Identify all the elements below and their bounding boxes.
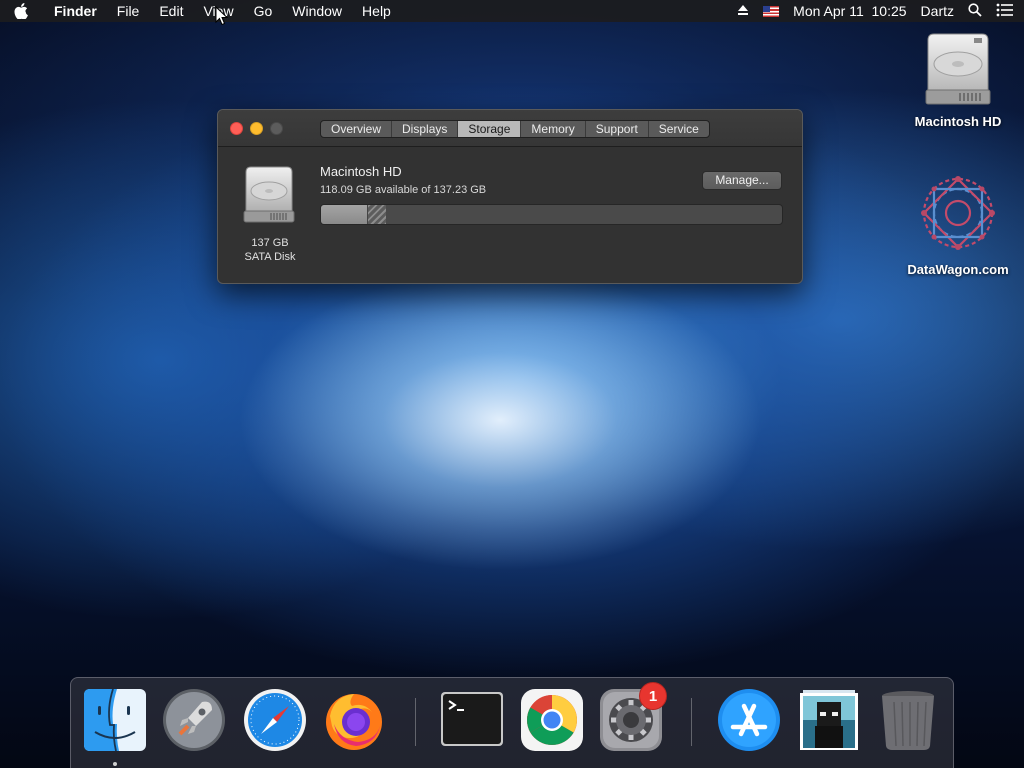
launchpad-icon[interactable] bbox=[162, 688, 226, 752]
tab-support[interactable]: Support bbox=[586, 121, 649, 137]
desktop-icon-macintosh-hd[interactable]: Macintosh HD bbox=[898, 30, 1018, 129]
volume-name: Macintosh HD bbox=[320, 164, 402, 179]
finder-running-indicator bbox=[113, 762, 117, 766]
menu-file[interactable]: File bbox=[107, 0, 150, 22]
spotlight-search-icon[interactable] bbox=[968, 2, 982, 20]
storage-usage-bar bbox=[320, 204, 783, 225]
finder-icon[interactable] bbox=[83, 688, 147, 752]
tab-storage[interactable]: Storage bbox=[458, 121, 522, 137]
menu-go[interactable]: Go bbox=[244, 0, 283, 22]
menu-user[interactable]: Dartz bbox=[921, 3, 954, 19]
trash-icon[interactable] bbox=[876, 688, 940, 752]
system-preferences-dock-item[interactable]: 1 bbox=[599, 682, 667, 752]
safari-icon[interactable] bbox=[243, 688, 307, 752]
hard-drive-icon bbox=[243, 166, 295, 223]
tab-memory[interactable]: Memory bbox=[521, 121, 586, 137]
tab-bar: Overview Displays Storage Memory Support… bbox=[320, 120, 710, 138]
downloads-stack-icon[interactable] bbox=[797, 688, 861, 752]
eject-icon[interactable] bbox=[737, 3, 749, 19]
desktop-icon-label: Macintosh HD bbox=[914, 114, 1002, 129]
zoom-button bbox=[270, 122, 283, 135]
apple-menu-icon[interactable] bbox=[0, 0, 42, 22]
minimize-button[interactable] bbox=[250, 122, 263, 135]
app-store-icon[interactable] bbox=[717, 688, 781, 752]
mouse-pointer-icon bbox=[215, 6, 229, 26]
tab-overview[interactable]: Overview bbox=[321, 121, 393, 137]
manage-button[interactable]: Manage... bbox=[702, 171, 782, 190]
notification-badge: 1 bbox=[639, 682, 667, 710]
menu-app-finder[interactable]: Finder bbox=[42, 0, 107, 22]
menu-bar: Finder File Edit View Go Window Help Mon… bbox=[0, 0, 1024, 22]
tab-displays[interactable]: Displays bbox=[392, 121, 459, 137]
menu-help[interactable]: Help bbox=[352, 0, 401, 22]
notification-center-icon[interactable] bbox=[996, 3, 1014, 20]
disk-type: SATA Disk bbox=[244, 251, 296, 263]
storage-used-segment bbox=[321, 205, 368, 224]
tab-service[interactable]: Service bbox=[649, 121, 709, 137]
storage-pane: 137 GB SATA Disk Macintosh HD 118.09 GB … bbox=[218, 147, 802, 284]
input-source-flag-icon[interactable] bbox=[763, 5, 780, 17]
disk-info: 137 GB SATA Disk bbox=[230, 236, 310, 264]
terminal-icon[interactable] bbox=[440, 688, 504, 752]
desktop-icon-label: DataWagon.com bbox=[907, 262, 1009, 277]
about-this-mac-window: Overview Displays Storage Memory Support… bbox=[217, 109, 803, 284]
desktop-icon-datawagon[interactable]: DataWagon.com bbox=[898, 170, 1018, 277]
menu-clock[interactable]: Mon Apr 11 10:25 bbox=[793, 3, 906, 19]
disk-capacity: 137 GB bbox=[251, 237, 289, 249]
chrome-icon[interactable] bbox=[520, 688, 584, 752]
storage-other-segment bbox=[367, 205, 386, 224]
datawagon-logo-icon bbox=[921, 176, 995, 250]
menu-window[interactable]: Window bbox=[282, 0, 352, 22]
close-button[interactable] bbox=[230, 122, 243, 135]
window-titlebar[interactable]: Overview Displays Storage Memory Support… bbox=[218, 110, 802, 147]
volume-available: 118.09 GB available of 137.23 GB bbox=[320, 184, 487, 196]
dock: 1 bbox=[70, 677, 954, 768]
dock-separator bbox=[691, 698, 692, 746]
hard-drive-icon bbox=[925, 33, 991, 105]
dock-separator bbox=[415, 698, 416, 746]
firefox-icon[interactable] bbox=[322, 688, 386, 752]
menu-edit[interactable]: Edit bbox=[149, 0, 193, 22]
